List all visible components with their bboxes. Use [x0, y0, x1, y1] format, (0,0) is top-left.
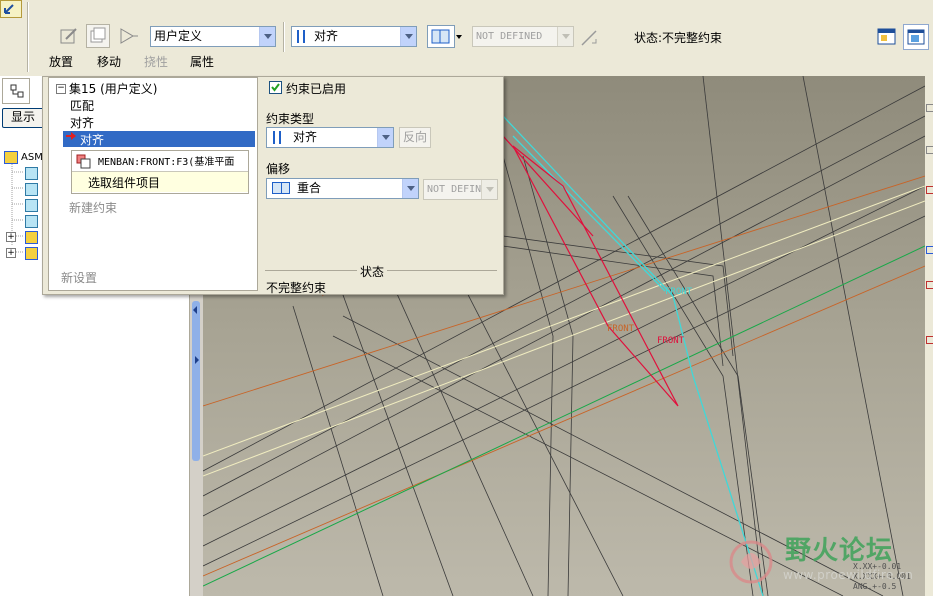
splitter-handle[interactable]: [192, 301, 200, 461]
preview-window-icon[interactable]: [903, 24, 929, 50]
component-type-select[interactable]: 用户定义: [150, 26, 276, 47]
tab-placement[interactable]: 放置: [49, 53, 73, 70]
coincident-divider-icon: [281, 182, 282, 194]
constraint-type-dropdown-value: 对齐: [293, 130, 318, 144]
copy-component-icon[interactable]: [86, 24, 110, 48]
tool-icon[interactable]: [926, 281, 933, 289]
chevron-down-icon: [481, 180, 497, 199]
show-button-label: 显示: [10, 110, 35, 124]
tab-move[interactable]: 移动: [97, 53, 121, 70]
status-value: 不完整约束: [266, 281, 327, 295]
offset-type-dropdown[interactable]: 重合: [266, 178, 419, 199]
part-icon[interactable]: [25, 199, 38, 212]
offset-label: 偏移: [266, 162, 291, 176]
placement-panel: − 集15 (用户定义) 匹配 对齐 对齐 MENBAN:FRONT:F3(基准…: [42, 76, 504, 295]
collapse-left-icon[interactable]: [193, 306, 197, 314]
toolbar-separator: [283, 22, 285, 52]
expand-icon[interactable]: +: [6, 248, 16, 258]
datum-label-front: FRONT: [657, 336, 685, 346]
align-icon: [273, 131, 281, 144]
assembly-icon[interactable]: [0, 0, 22, 18]
constraint-item-align[interactable]: 对齐: [70, 114, 94, 131]
offset-type-value: 重合: [297, 181, 322, 195]
pick-item-label: 选取组件项目: [88, 176, 161, 190]
tool-icon[interactable]: [926, 146, 933, 154]
chevron-down-icon[interactable]: [402, 179, 418, 198]
chevron-down-icon: [557, 27, 573, 46]
tool-icon[interactable]: [926, 104, 933, 112]
component-type-value: 用户定义: [154, 29, 203, 43]
datum-label-front: FRONT: [665, 287, 693, 297]
watermark: 野火论坛 www.proewildfire.cn: [723, 528, 923, 594]
checkmark-icon: [271, 83, 280, 92]
expand-icon[interactable]: +: [6, 232, 16, 242]
tool-icon[interactable]: [926, 186, 933, 194]
flip-button-label: 反向: [402, 130, 427, 144]
window-icon[interactable]: [876, 26, 898, 48]
new-constraint-link[interactable]: 新建约束: [69, 199, 117, 216]
right-toolbar-strip: [925, 76, 933, 596]
flip-direction-icon[interactable]: [579, 27, 601, 49]
constraint-type-dropdown[interactable]: 对齐: [266, 127, 394, 148]
constraint-type-label: 约束类型: [266, 112, 315, 126]
toolbar-separator: [27, 2, 29, 72]
chevron-down-icon[interactable]: [377, 128, 393, 147]
align-icon: [297, 30, 305, 43]
pick-item-field[interactable]: 选取组件项目: [72, 172, 248, 192]
tree-view-icon[interactable]: [2, 78, 30, 104]
subassembly-icon[interactable]: [25, 231, 38, 244]
tool-icon[interactable]: [926, 336, 933, 344]
edit-definition-icon[interactable]: [58, 25, 80, 47]
reference-box: MENBAN:FRONT:F3(基准平面 选取组件项目: [71, 150, 249, 194]
constraint-enabled-checkbox[interactable]: [269, 81, 282, 94]
offset-field-value: NOT DEFIN: [427, 184, 482, 195]
tab-properties[interactable]: 属性: [190, 53, 214, 70]
part-icon[interactable]: [25, 215, 38, 228]
constraint-item-selected-label: 对齐: [80, 133, 105, 147]
show-button[interactable]: 显示: [2, 108, 44, 128]
constraint-status: 状态:不完整约束: [634, 31, 723, 45]
offset-mode-dropdown-icon[interactable]: [456, 35, 462, 39]
offset-value-select[interactable]: NOT DEFINED: [472, 26, 574, 47]
tool-icon[interactable]: [926, 246, 933, 254]
watermark-title: 野火论坛: [785, 536, 894, 566]
status-header: 状态: [357, 263, 388, 280]
chevron-down-icon[interactable]: [400, 27, 416, 46]
constraint-set-label[interactable]: 集15 (用户定义): [69, 80, 157, 97]
component-reference-icon: [76, 154, 91, 169]
watermark-url: www.proewildfire.cn: [783, 568, 914, 582]
current-arrow-head-icon: [71, 132, 76, 140]
expand-right-icon[interactable]: [195, 356, 199, 364]
toolbar: 用户定义 对齐 NOT DEFINED 状态:不完整约束 放置 移动 挠性 属性: [0, 0, 933, 76]
watermark-logo: [729, 540, 773, 584]
datum-label-front: FRONT: [607, 324, 635, 334]
flip-button: 反向: [399, 127, 431, 148]
constraint-list: − 集15 (用户定义) 匹配 对齐 对齐 MENBAN:FRONT:F3(基准…: [48, 77, 258, 291]
chevron-down-icon[interactable]: [259, 27, 275, 46]
assembly-icon: [4, 150, 18, 164]
part-icon[interactable]: [25, 183, 38, 196]
constraint-item-mate[interactable]: 匹配: [70, 97, 94, 114]
constraint-type-value: 对齐: [314, 29, 339, 43]
reference-item[interactable]: MENBAN:FRONT:F3(基准平面: [72, 151, 248, 172]
new-set-link[interactable]: 新设置: [61, 269, 97, 286]
offset-value: NOT DEFINED: [476, 31, 543, 42]
snap-constraint-icon[interactable]: [118, 25, 140, 47]
constraint-type-select[interactable]: 对齐: [291, 26, 417, 47]
tree-root-label: ASM: [21, 151, 43, 163]
offset-value-field: NOT DEFIN: [423, 179, 498, 200]
tab-flexibility: 挠性: [144, 55, 169, 69]
constraint-enabled-label: 约束已启用: [286, 82, 347, 96]
collapse-icon[interactable]: −: [56, 84, 66, 94]
constraint-item-selected[interactable]: 对齐: [63, 131, 255, 147]
subassembly-icon[interactable]: [25, 247, 38, 260]
offset-mode-button[interactable]: [427, 25, 455, 48]
part-icon[interactable]: [25, 167, 38, 180]
reference-label: MENBAN:FRONT:F3(基准平面: [98, 157, 235, 168]
tree-root[interactable]: ASM: [4, 150, 43, 164]
